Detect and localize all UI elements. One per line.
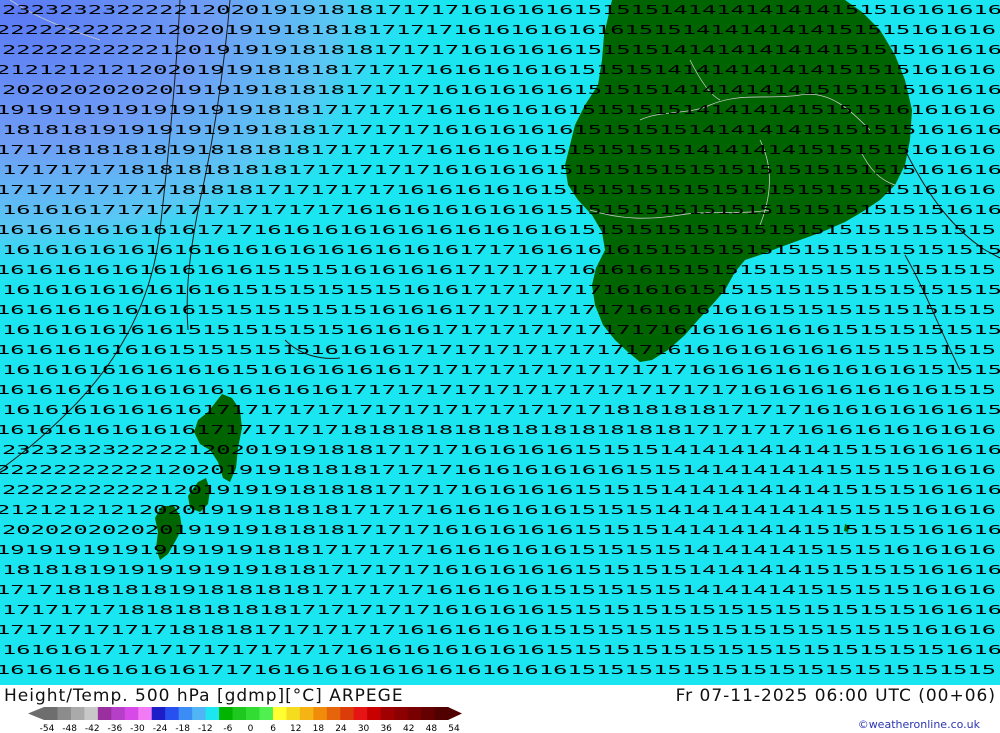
scale-tick-label: 30 [358,724,370,733]
scale-swatch [407,707,422,720]
label-row: 1616161717171717171717171616161616161615… [2,203,1000,217]
color-scale: -54 -48 -42 -36 -30 -24 -18 -12 -6 0 6 12 18 24 30 36 42… [28,707,462,733]
label-row: 1717171717171818181717171717161616161615… [0,183,996,197]
label-row: 1616161616161616161515151616161617171717… [0,263,996,277]
scale-tick-label: 0 [248,724,254,733]
scale-tick-label: -24 [153,724,168,733]
label-row: 2020202020201919191818181717171616161616… [2,523,1000,537]
label-row: 2121212121202019191818181717171616161616… [0,63,996,77]
scale-swatch [246,707,260,720]
scale-swatch [380,707,395,720]
label-row: 1717171717171818181717171717161616161615… [0,623,996,637]
label-row: 1717181818181918181818171717171616161615… [0,583,996,597]
scale-swatch [340,707,355,720]
scale-tick-label: 12 [290,724,301,733]
color-scale-ticks: -54 -48 -42 -36 -30 -24 -18 -12 -6 0 6 12 18 24 30 36 42… [40,724,460,733]
scale-tick-label: -36 [107,724,122,733]
scale-swatch [299,707,314,720]
scale-swatch [111,707,126,720]
label-row: 1818181919191919191818171717171616161616… [2,563,1000,577]
map-canvas: 2323232322222120201919181817171716161616… [0,0,1000,685]
label-row: 1616161616161616161616161616161617171616… [2,243,1000,257]
label-row: 1717181818181918181818171717171616161615… [0,143,996,157]
scale-swatch [219,707,234,720]
scale-tick-label: 48 [426,724,438,733]
scale-swatch [44,707,58,720]
label-row: 2222222222212019191918181817171716161616… [2,483,1000,497]
label-row: 1717171718181818181817171717171616161615… [2,603,1000,617]
scale-swatch [124,707,139,720]
scale-tick-label: -42 [85,724,100,733]
credit-text: ©weatheronline.co.uk [857,718,980,731]
label-row: 1616161717171717171717171616161616161615… [2,643,1000,657]
label-row: 2222222222212020191918181817171716161616… [0,23,996,37]
scale-swatch [326,707,341,720]
label-row: 1717171718181818181817171717171616161615… [2,163,1000,177]
label-row: 2222222222212019191918181817171716161616… [2,43,1000,57]
scale-arrow-right [448,707,462,720]
label-row: 2323232322222120201919181817171716161616… [2,443,1000,457]
scale-swatch [97,707,112,720]
label-row: 2323232322222120201919181817171716161616… [2,3,1000,17]
label-row: 1616161616161515151515151616161717171717… [2,323,1000,337]
label-row: 1919191919191919191818171717171616161616… [0,103,996,117]
scale-tick-label: 36 [380,724,392,733]
scale-swatch [434,707,449,720]
label-row: 1616161616161616161616161717171717171717… [0,383,996,397]
scale-swatch [84,707,99,720]
scale-tick-label: -48 [62,724,77,733]
scale-tick-label: 54 [448,724,460,733]
label-row: 2020202020201919191818181717171616161616… [2,83,1000,97]
label-row: 1616161616161617171616161616161616161616… [0,663,996,677]
weather-map: 2323232322222120201919181817171716161616… [0,0,1000,685]
scale-swatch [394,707,409,720]
scale-swatch [165,707,180,720]
label-row: 2222222222212020191918181817171716161616… [0,463,996,477]
label-row: 1616161616161515151515161616171717171717… [0,343,996,357]
scale-swatch [272,707,287,720]
scale-tick-label: -12 [198,724,213,733]
label-row: 1919191919191919191818171717171616161616… [0,543,996,557]
temperature-labels: 2323232322222120201919181817171716161616… [0,3,1000,685]
scale-swatch [259,707,274,720]
scale-tick-label: 42 [403,724,414,733]
scale-swatch [232,707,247,720]
scale-swatch [313,707,328,720]
scale-swatch [57,707,72,720]
label-row: 1616161616161617171717171717171717171717… [2,403,1000,417]
label-row: 1616161616161616151515151515161617171717… [2,283,1000,297]
label-row: 2121212121202019191818181717171616161616… [0,503,996,517]
scale-tick-label: 6 [270,724,276,733]
scale-swatch [205,707,220,720]
scale-swatch [353,707,368,720]
color-scale-bar [28,707,462,720]
scale-swatch [192,707,207,720]
scale-swatch [151,707,166,720]
scale-tick-label: 24 [335,724,347,733]
scale-tick-label: -6 [223,724,232,733]
valid-time: Fr 07-11-2025 06:00 UTC (00+06) [675,686,996,706]
label-row: 1616161616161617171616161616161616161616… [0,223,996,237]
label-row: 1616161616161616151616161616171717171717… [2,363,1000,377]
label-row: 1818181919191919191818171717171616161616… [2,123,1000,137]
label-row: 1616161616161615151515151516161617171717… [0,303,996,317]
scale-tick-label: -54 [40,724,55,733]
scale-swatch [367,707,382,720]
map-footer: Height/Temp. 500 hPa [gdmp][°C] ARPEGE F… [0,685,1000,733]
scale-tick-label: -30 [130,724,145,733]
scale-swatch [70,707,85,720]
scale-swatch [178,707,193,720]
scale-arrow-left [28,707,44,720]
scale-swatch [421,707,436,720]
scale-swatch [286,707,301,720]
scale-tick-label: 18 [313,724,325,733]
label-row: 1616161616161617171717171818181818181818… [0,423,996,437]
scale-swatch [138,707,153,720]
scale-tick-label: -18 [175,724,190,733]
